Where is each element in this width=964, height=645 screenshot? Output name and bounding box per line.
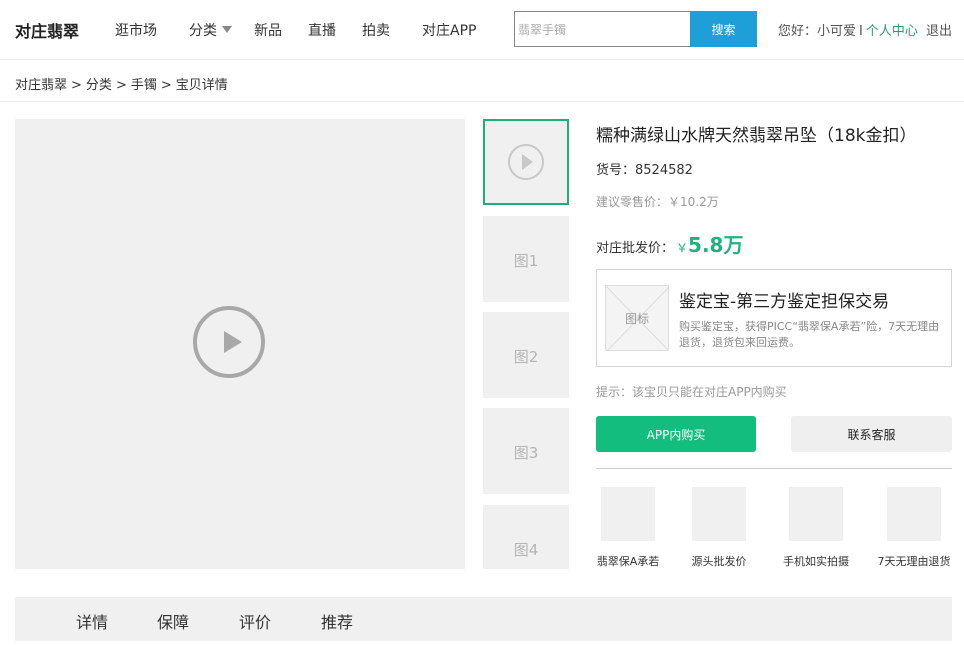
caret-down-icon: [222, 26, 232, 33]
play-icon[interactable]: [193, 306, 265, 378]
nav-app[interactable]: 对庄APP: [422, 20, 476, 40]
wholesale-price: 5.8万: [688, 233, 744, 257]
main-video-viewer[interactable]: [15, 119, 465, 569]
feature-label: 源头批发价: [691, 555, 747, 568]
tab-recommend[interactable]: 推荐: [321, 609, 353, 633]
tab-details[interactable]: 详情: [76, 609, 108, 633]
feature-image: [601, 487, 655, 541]
user-separator: I: [859, 24, 863, 39]
purchase-tip: 提示：该宝贝只能在对庄APP内购买: [596, 385, 787, 399]
nav-live[interactable]: 直播: [308, 20, 336, 40]
retail-price: 建议零售价：￥10.2万: [596, 195, 719, 209]
nav-category-label: 分类: [189, 23, 217, 39]
breadcrumb-category[interactable]: 分类: [86, 78, 112, 93]
thumbnail-1[interactable]: 图1: [483, 216, 569, 302]
feature-label: 手机如实拍摄: [783, 555, 849, 568]
thumbnail-2[interactable]: 图2: [483, 312, 569, 398]
breadcrumb-sep: >: [160, 78, 172, 93]
logout-link[interactable]: 退出: [926, 20, 952, 39]
thumbnail-video[interactable]: [483, 119, 569, 205]
feature-item: 7天无理由退货: [869, 487, 959, 569]
guarantee-title: 鉴定宝-第三方鉴定担保交易: [679, 292, 890, 312]
guarantee-desc: 购买鉴定宝，获得PICC“翡翠保A承若”险，7天无理由退货，退货包来回运费。: [679, 320, 940, 349]
wholesale-price-row: 对庄批发价： ￥5.8万: [596, 229, 743, 258]
thumbnail-label: 图1: [513, 252, 539, 270]
detail-tabbar: 详情 保障 评价 推荐: [15, 597, 952, 641]
tab-reviews[interactable]: 评价: [239, 609, 271, 633]
user-center-link[interactable]: 个人中心: [866, 24, 918, 39]
play-icon: [508, 144, 544, 180]
user-area: 您好：小可爱 I 个人中心: [778, 20, 918, 39]
user-greeting: 您好：小可爱: [778, 24, 857, 39]
breadcrumb-divider: [0, 101, 964, 102]
icon-placeholder-text: 图标: [624, 312, 649, 326]
feature-item: 手机如实拍摄: [771, 487, 861, 569]
feature-item: 源头批发价: [674, 487, 764, 569]
thumbnail-4[interactable]: 图4: [483, 505, 569, 569]
product-sku: 货号：8524582: [596, 163, 693, 178]
app-buy-button[interactable]: APP内购买: [596, 416, 756, 452]
feature-image: [887, 487, 941, 541]
site-logo[interactable]: 对庄翡翠: [15, 18, 79, 42]
breadcrumb-sep: >: [115, 78, 127, 93]
breadcrumb-sep: >: [71, 78, 82, 93]
top-header: 对庄翡翠 逛市场 分类 新品 直播 拍卖 对庄APP 搜索 您好：小可爱I个人中…: [0, 0, 964, 60]
feature-label: 翡翠保A承若: [596, 555, 660, 568]
currency-symbol: ￥: [676, 241, 689, 255]
info-divider: [596, 468, 952, 469]
feature-image: [692, 487, 746, 541]
search-button[interactable]: 搜索: [690, 11, 757, 47]
breadcrumb-home[interactable]: 对庄翡翠: [15, 78, 67, 93]
breadcrumb-bangle[interactable]: 手镯: [131, 78, 157, 93]
thumbnail-label: 图2: [513, 348, 539, 366]
nav-category[interactable]: 分类: [189, 20, 232, 40]
breadcrumb-current: 宝贝详情: [175, 78, 228, 93]
thumbnail-3[interactable]: 图3: [483, 408, 569, 494]
wholesale-label: 对庄批发价：: [596, 241, 675, 256]
tab-guarantee[interactable]: 保障: [157, 609, 189, 633]
feature-item: 翡翠保A承若: [583, 487, 673, 569]
nav-new[interactable]: 新品: [254, 20, 282, 40]
image-placeholder-icon: 图标: [605, 285, 669, 351]
product-title: 糯种满绿山水牌天然翡翠吊坠（18k金扣）: [596, 126, 917, 146]
nav-market[interactable]: 逛市场: [115, 20, 157, 40]
search-input[interactable]: [514, 11, 691, 47]
nav-auction[interactable]: 拍卖: [362, 20, 390, 40]
breadcrumb: 对庄翡翠 > 分类 > 手镯 > 宝贝详情: [15, 74, 228, 93]
contact-service-button[interactable]: 联系客服: [791, 416, 952, 452]
guarantee-card: 图标 鉴定宝-第三方鉴定担保交易 购买鉴定宝，获得PICC“翡翠保A承若”险，7…: [596, 269, 952, 367]
thumbnail-label: 图3: [513, 444, 539, 462]
feature-label: 7天无理由退货: [877, 555, 951, 568]
feature-image: [789, 487, 843, 541]
thumbnail-label: 图4: [513, 541, 539, 559]
